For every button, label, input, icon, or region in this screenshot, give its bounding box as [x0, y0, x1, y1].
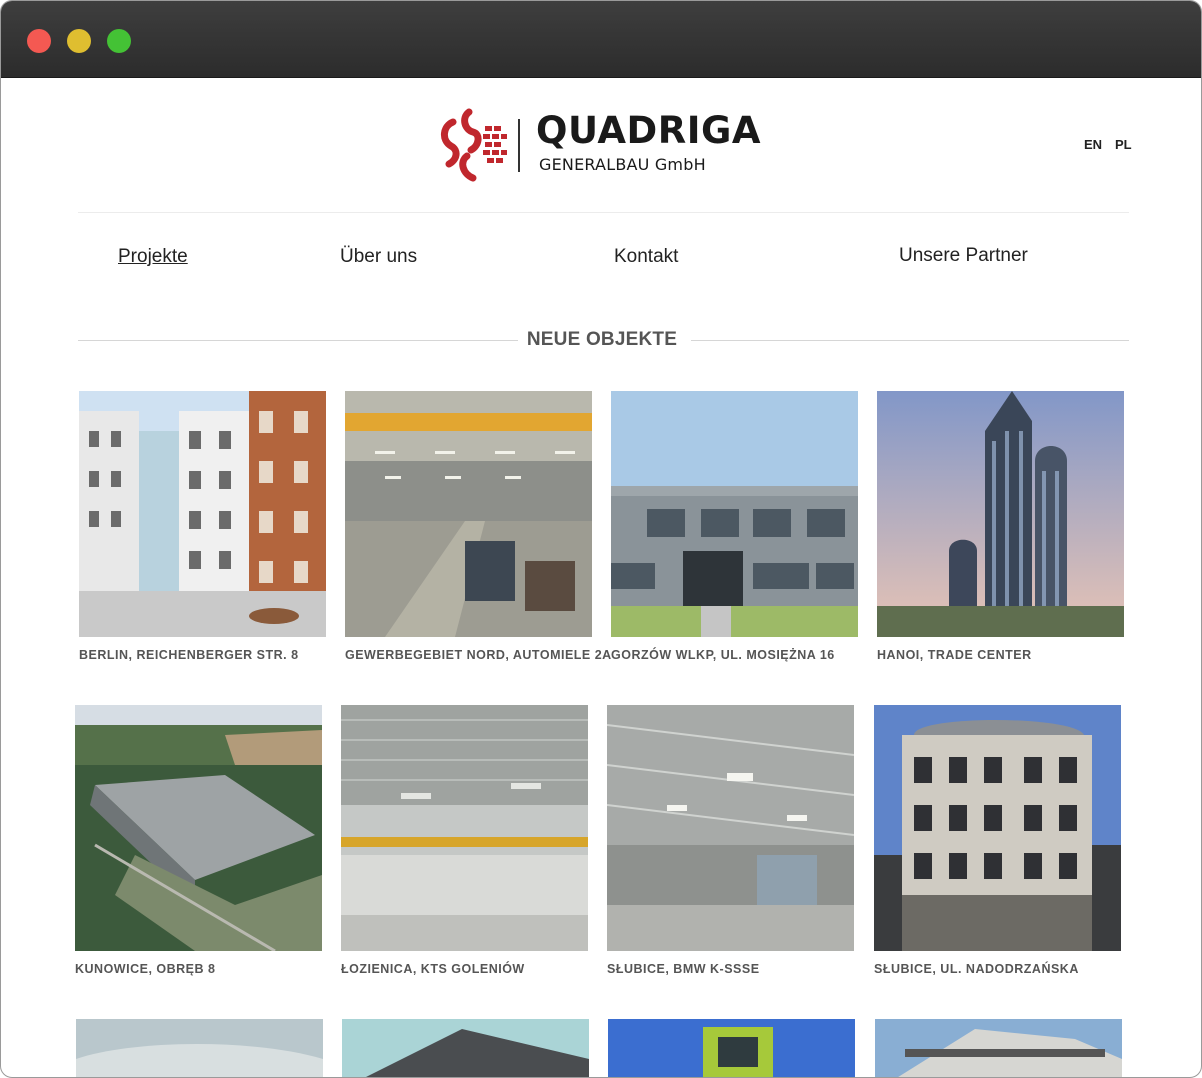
project-photo [607, 705, 854, 951]
project-card[interactable]: SŁUBICE, UL. NADODRZAŃSKA [874, 705, 1121, 976]
language-en-link[interactable]: EN [1084, 137, 1102, 152]
project-card[interactable] [76, 1019, 323, 1077]
nav-projekte[interactable]: Projekte [118, 246, 188, 268]
language-pl-link[interactable]: PL [1115, 137, 1132, 152]
browser-window: QUADRIGA GENERALBAU GmbH EN PL Projekte … [0, 0, 1202, 1078]
project-photo [874, 705, 1121, 951]
quadriga-emblem-icon [441, 108, 507, 182]
logo-subtitle: GENERALBAU GmbH [539, 155, 706, 174]
window-titlebar [1, 1, 1201, 78]
site-logo[interactable]: QUADRIGA GENERALBAU GmbH [439, 106, 779, 184]
header-divider [78, 212, 1129, 213]
nav-uber-uns[interactable]: Über uns [340, 246, 417, 268]
project-photo [342, 1019, 589, 1077]
project-card[interactable]: BERLIN, REICHENBERGER STR. 8 [79, 391, 326, 662]
project-photo [79, 391, 326, 637]
project-photo [75, 705, 322, 951]
project-card[interactable]: HANOI, TRADE CENTER [877, 391, 1124, 662]
minimize-window-button[interactable] [67, 29, 91, 53]
project-card[interactable]: GORZÓW WLKP, UL. MOSIĘŻNA 16 [611, 391, 858, 662]
project-photo [877, 391, 1124, 637]
nav-unsere-partner[interactable]: Unsere Partner [899, 245, 1028, 267]
maximize-window-button[interactable] [107, 29, 131, 53]
project-card[interactable] [342, 1019, 589, 1077]
project-card[interactable] [875, 1019, 1122, 1077]
logo-divider [518, 119, 520, 172]
project-caption: SŁUBICE, BMW K-SSSE [607, 962, 760, 976]
project-card[interactable]: SŁUBICE, BMW K-SSSE [607, 705, 854, 976]
project-caption: KUNOWICE, OBRĘB 8 [75, 962, 216, 976]
project-photo [345, 391, 592, 637]
project-photo [341, 705, 588, 951]
project-card[interactable] [608, 1019, 855, 1077]
project-caption: ŁOZIENICA, KTS GOLENIÓW [341, 962, 525, 976]
project-caption: BERLIN, REICHENBERGER STR. 8 [79, 648, 299, 662]
section-title: NEUE OBJEKTE [526, 329, 678, 350]
project-caption: GEWERBEGEBIET NORD, AUTOMIELE 2A [345, 648, 612, 662]
project-photo [608, 1019, 855, 1077]
nav-kontakt[interactable]: Kontakt [614, 246, 678, 268]
project-caption: GORZÓW WLKP, UL. MOSIĘŻNA 16 [611, 648, 835, 662]
project-photo [76, 1019, 323, 1077]
project-card[interactable]: KUNOWICE, OBRĘB 8 [75, 705, 322, 976]
close-window-button[interactable] [27, 29, 51, 53]
project-card[interactable]: ŁOZIENICA, KTS GOLENIÓW [341, 705, 588, 976]
logo-title: QUADRIGA [536, 109, 761, 152]
project-photo [611, 391, 858, 637]
project-caption: SŁUBICE, UL. NADODRZAŃSKA [874, 962, 1079, 976]
project-caption: HANOI, TRADE CENTER [877, 648, 1032, 662]
project-card[interactable]: GEWERBEGEBIET NORD, AUTOMIELE 2A [345, 391, 612, 662]
project-photo [875, 1019, 1122, 1077]
